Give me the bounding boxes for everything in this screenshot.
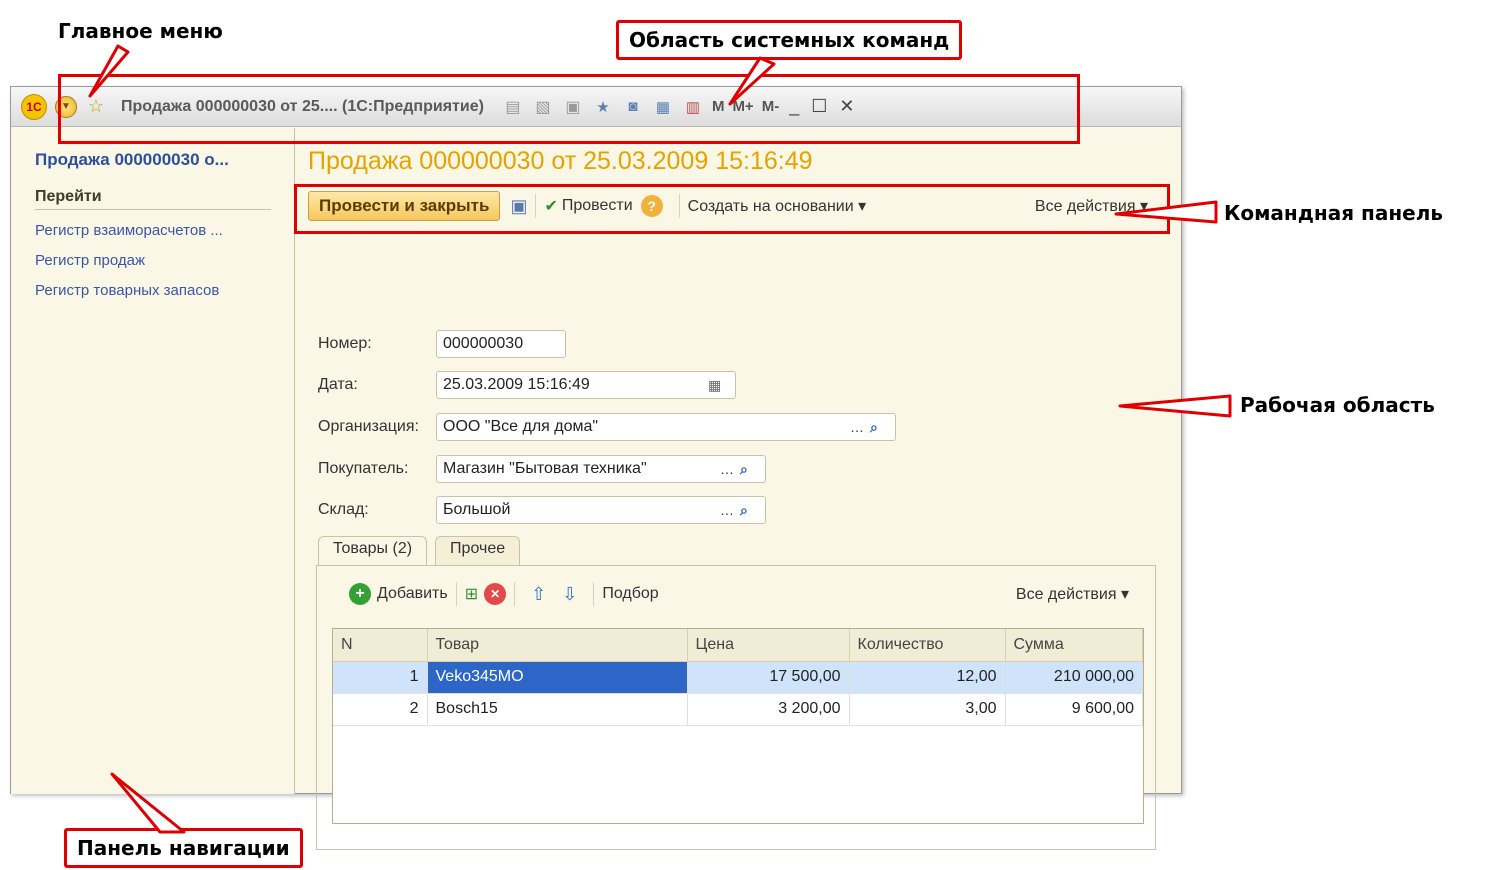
date-row: Дата: 25.03.2009 15:16:49 ▦: [318, 371, 736, 399]
column-quantity[interactable]: Количество: [849, 629, 1006, 662]
buyer-field[interactable]: Магазин "Бытовая техника": [436, 455, 766, 483]
org-label: Организация:: [318, 418, 419, 435]
buyer-label: Покупатель:: [318, 460, 409, 477]
row-product[interactable]: Bosch15: [427, 693, 688, 726]
row-sum[interactable]: 210 000,00: [1005, 661, 1143, 694]
buyer-search-icon[interactable]: ⌕: [740, 461, 748, 478]
table-row[interactable]: 2 Bosch15 3 200,00 3,00 9 600,00: [333, 693, 1143, 726]
row-quantity[interactable]: 12,00: [849, 661, 1006, 694]
move-up-icon[interactable]: ⇧: [531, 584, 546, 605]
callout-work-area: Рабочая область: [1240, 393, 1435, 417]
nav-section-goto: Перейти: [35, 188, 271, 210]
number-field[interactable]: 000000030: [436, 330, 566, 358]
move-down-icon[interactable]: ⇩: [562, 584, 577, 605]
tab-goods[interactable]: Товары (2): [318, 536, 428, 566]
callout-command-panel: Командная панель: [1224, 201, 1444, 225]
number-row: Номер: 000000030: [318, 330, 566, 358]
calendar-picker-icon[interactable]: ▦: [708, 377, 721, 394]
warehouse-select-button[interactable]: …: [720, 502, 734, 518]
row-price[interactable]: 3 200,00: [687, 693, 850, 726]
buyer-row: Покупатель: Магазин "Бытовая техника" … …: [318, 455, 766, 483]
row-quantity[interactable]: 3,00: [849, 693, 1006, 726]
org-field[interactable]: ООО "Все для дома": [436, 413, 896, 441]
nav-link-inventory[interactable]: Регистр товарных запасов: [35, 276, 294, 306]
document-title: Продажа 000000030 от 25.03.2009 15:16:49: [308, 147, 813, 175]
separator: [514, 582, 516, 606]
add-icon[interactable]: +: [349, 583, 371, 605]
tab-other[interactable]: Прочее: [435, 536, 521, 566]
column-sum[interactable]: Сумма: [1005, 629, 1143, 662]
org-row: Организация: ООО "Все для дома" … ⌕: [318, 413, 896, 441]
tab-all-actions-button[interactable]: Все действия ▾: [1016, 584, 1129, 604]
buyer-select-button[interactable]: …: [720, 461, 734, 477]
table-row[interactable]: 1 Veko345MO 17 500,00 12,00 210 000,00: [333, 661, 1143, 694]
command-panel-highlight: [294, 184, 1170, 234]
warehouse-field[interactable]: Большой: [436, 496, 766, 524]
warehouse-label: Склад:: [318, 501, 369, 518]
add-button[interactable]: Добавить: [377, 585, 448, 603]
nav-title[interactable]: Продажа 000000030 о...: [35, 150, 294, 170]
column-price[interactable]: Цена: [687, 629, 850, 662]
column-n[interactable]: N: [333, 629, 428, 662]
row-price[interactable]: 17 500,00: [687, 661, 850, 694]
goods-table: N Товар Цена Количество Сумма 1 Veko345M…: [332, 628, 1144, 824]
org-select-button[interactable]: …: [850, 419, 864, 435]
tab-strip: Товары (2) Прочее: [318, 536, 521, 566]
table-header-row: N Товар Цена Количество Сумма: [333, 629, 1143, 662]
row-number: 1: [333, 661, 428, 694]
warehouse-search-icon[interactable]: ⌕: [740, 502, 748, 519]
number-label: Номер:: [318, 335, 372, 352]
row-number: 2: [333, 693, 428, 726]
app-logo-icon[interactable]: 1С: [21, 93, 47, 120]
date-label: Дата:: [318, 376, 358, 393]
callout-nav-panel: Панель навигации: [64, 828, 303, 868]
callout-system-commands: Область системных команд: [616, 20, 963, 60]
system-commands-highlight: [58, 74, 1080, 144]
callout-main-menu: Главное меню: [58, 19, 223, 43]
copy-row-icon[interactable]: ⊞: [465, 584, 478, 604]
pick-button[interactable]: Подбор: [602, 585, 658, 603]
separator: [593, 582, 595, 606]
goods-tab-panel: + Добавить ⊞ ✕ ⇧ ⇩ Подбор Все действия ▾…: [316, 565, 1156, 850]
org-search-icon[interactable]: ⌕: [870, 419, 878, 436]
nav-link-sales[interactable]: Регистр продаж: [35, 246, 294, 276]
row-sum[interactable]: 9 600,00: [1005, 693, 1143, 726]
nav-link-settlements[interactable]: Регистр взаиморасчетов ...: [35, 216, 294, 246]
date-field[interactable]: 25.03.2009 15:16:49: [436, 371, 736, 399]
row-product[interactable]: Veko345MO: [427, 661, 688, 694]
delete-row-icon[interactable]: ✕: [484, 583, 507, 605]
separator: [455, 582, 457, 606]
column-product[interactable]: Товар: [427, 629, 688, 662]
goods-toolbar: + Добавить ⊞ ✕ ⇧ ⇩ Подбор Все действия ▾: [349, 576, 1129, 612]
navigation-panel: Продажа 000000030 о... Перейти Регистр в…: [11, 128, 295, 794]
warehouse-row: Склад: Большой … ⌕: [318, 496, 766, 524]
